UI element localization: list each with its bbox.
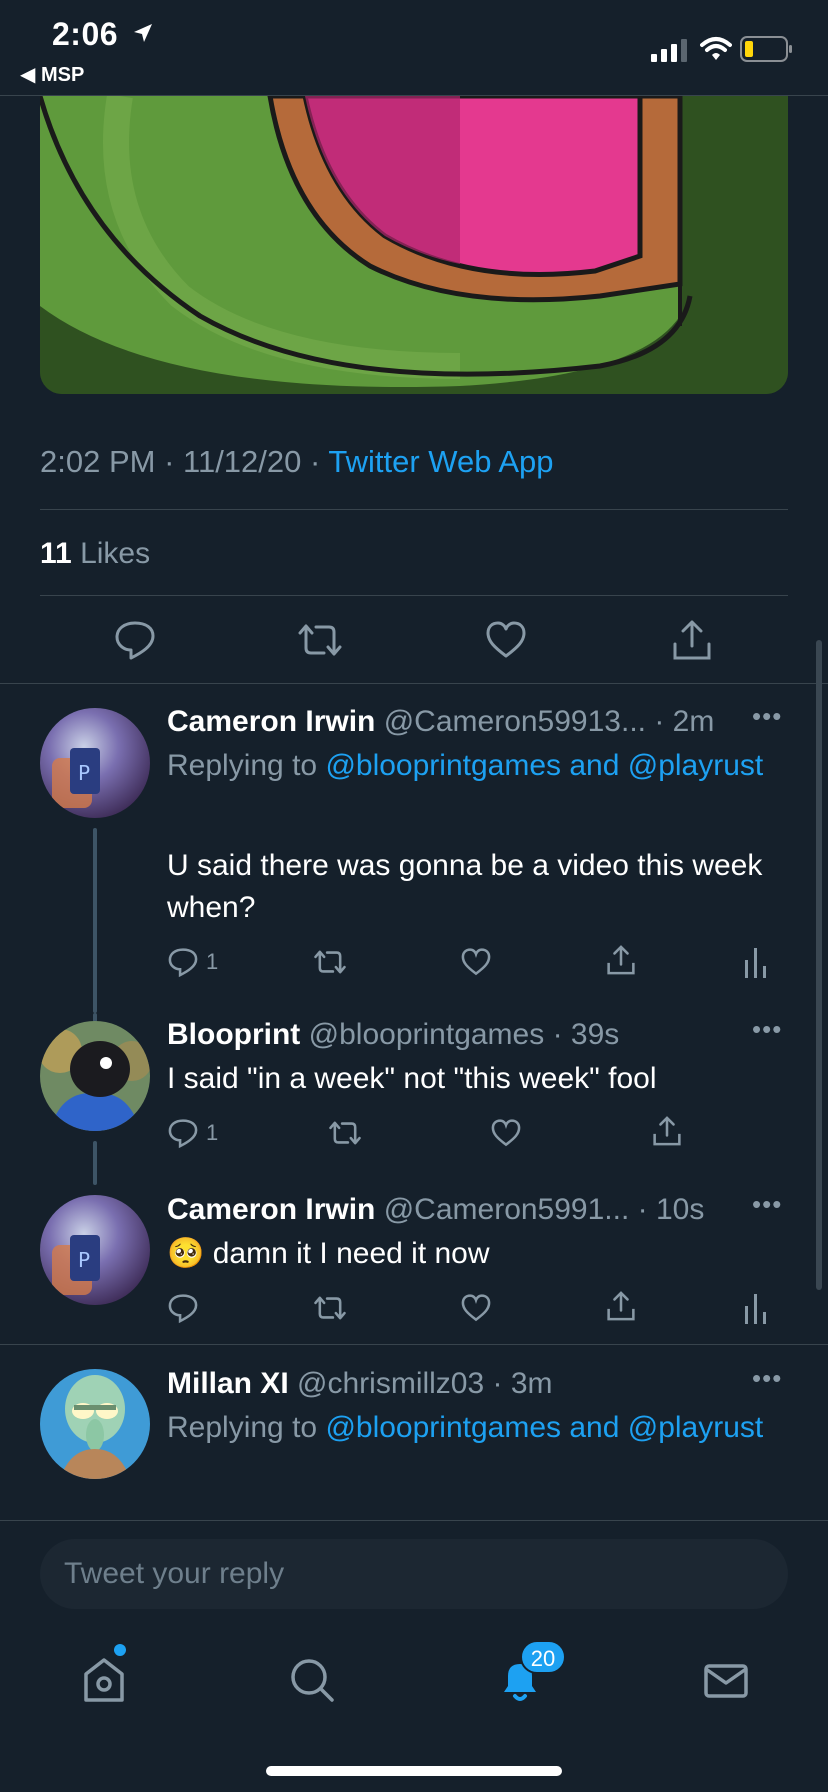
messages-envelope-icon[interactable] bbox=[696, 1650, 756, 1710]
thread-connector-line bbox=[93, 828, 97, 1013]
avatar[interactable] bbox=[40, 1369, 150, 1479]
likes-number: 11 bbox=[40, 537, 72, 570]
new-content-dot bbox=[114, 1644, 126, 1656]
tweet-age: 39s bbox=[570, 1018, 620, 1051]
author-handle[interactable]: @blooprintgames bbox=[309, 1018, 545, 1051]
retweet-icon[interactable] bbox=[312, 1292, 348, 1329]
share-icon[interactable] bbox=[651, 1115, 683, 1152]
retweet-icon[interactable] bbox=[312, 946, 348, 983]
retweet-icon[interactable] bbox=[296, 618, 344, 667]
reply-icon[interactable] bbox=[113, 618, 157, 667]
avatar[interactable]: P bbox=[40, 1195, 150, 1305]
replying-to-mentions[interactable]: @blooprintgames and @playrust bbox=[325, 749, 763, 782]
reply-tweet[interactable]: P Cameron Irwin @Cameron59913... · 2m ••… bbox=[0, 683, 828, 1013]
reply-icon[interactable] bbox=[167, 1117, 199, 1154]
reply-header: Millan XI @chrismillz03 · 3m bbox=[167, 1367, 553, 1400]
reply-tweet[interactable]: P Cameron Irwin @Cameron5991... · 10s ••… bbox=[0, 1185, 828, 1345]
reply-header: Cameron Irwin @Cameron59913... · 2m bbox=[167, 705, 715, 738]
reply-tweet[interactable]: Millan XI @chrismillz03 · 3m ••• Replyin… bbox=[0, 1345, 828, 1520]
author-name[interactable]: Blooprint bbox=[167, 1018, 300, 1051]
author-handle[interactable]: @Cameron59913... bbox=[384, 705, 646, 738]
author-name[interactable]: Cameron Irwin bbox=[167, 1193, 375, 1226]
home-icon[interactable] bbox=[74, 1650, 134, 1710]
tweet-timestamp-source: 2:02 PM · 11/12/20 · Twitter Web App bbox=[40, 444, 554, 479]
likes-label: Likes bbox=[80, 537, 151, 570]
replying-to: Replying to @blooprintgames and @playrus… bbox=[167, 743, 767, 788]
tweet-media-image[interactable] bbox=[40, 96, 788, 394]
status-time: 2:06 bbox=[52, 16, 119, 52]
replying-to-label: Replying to bbox=[167, 749, 318, 782]
avatar[interactable] bbox=[40, 1021, 150, 1131]
like-heart-icon[interactable] bbox=[484, 618, 528, 667]
author-name[interactable]: Millan XI bbox=[167, 1367, 289, 1400]
more-options-icon[interactable]: ••• bbox=[752, 701, 782, 732]
tweet-time: 2:02 PM bbox=[40, 444, 156, 479]
like-heart-icon[interactable] bbox=[490, 1117, 522, 1154]
share-icon[interactable] bbox=[605, 1290, 637, 1327]
svg-text:P: P bbox=[78, 761, 90, 785]
replying-to-label: Replying to bbox=[167, 1411, 318, 1444]
tweet-text: I said "in a week" not "this week" fool bbox=[167, 1062, 657, 1095]
home-indicator bbox=[266, 1766, 562, 1776]
tweet-text: 🥺 damn it I need it now bbox=[167, 1233, 767, 1275]
author-handle[interactable]: @Cameron5991... bbox=[384, 1193, 630, 1226]
analytics-icon[interactable] bbox=[744, 946, 768, 983]
avatar[interactable]: P bbox=[40, 708, 150, 818]
author-name[interactable]: Cameron Irwin bbox=[167, 705, 375, 738]
back-to-app-link[interactable]: ◀ MSP bbox=[20, 62, 84, 87]
tweet-source-link[interactable]: Twitter Web App bbox=[328, 444, 553, 479]
tweet-text-body: damn it I need it now bbox=[212, 1237, 490, 1270]
search-icon[interactable] bbox=[282, 1650, 342, 1710]
tweet-text: U said there was gonna be a video this w… bbox=[167, 849, 763, 924]
share-icon[interactable] bbox=[605, 944, 637, 981]
likes-count-link[interactable]: 11 Likes bbox=[40, 537, 150, 571]
notifications-badge: 20 bbox=[520, 1640, 566, 1674]
reply-composer-bar bbox=[0, 1520, 828, 1620]
reply-count: 1 bbox=[206, 949, 219, 974]
wifi-icon bbox=[700, 36, 732, 67]
reply-icon[interactable] bbox=[167, 946, 199, 983]
tweet-age: 2m bbox=[672, 705, 715, 738]
svg-text:P: P bbox=[78, 1248, 90, 1272]
pleading-face-emoji: 🥺 bbox=[167, 1237, 205, 1270]
reply-tweet[interactable]: Blooprint @blooprintgames · 39s ••• I sa… bbox=[0, 1013, 828, 1185]
location-arrow-icon bbox=[132, 22, 154, 49]
reply-count: 1 bbox=[206, 1120, 219, 1145]
tweet-age: 3m bbox=[510, 1367, 553, 1400]
more-options-icon[interactable]: ••• bbox=[752, 1014, 782, 1045]
divider bbox=[40, 595, 788, 596]
scrollbar[interactable] bbox=[816, 640, 822, 1290]
status-bar: 2:06 ◀ MSP bbox=[0, 0, 828, 96]
reply-header: Cameron Irwin @Cameron5991... · 10s bbox=[167, 1193, 705, 1226]
tweet-action-bar bbox=[0, 618, 828, 670]
replying-to-mentions[interactable]: @blooprintgames and @playrust bbox=[325, 1411, 763, 1444]
battery-icon bbox=[740, 36, 794, 67]
more-options-icon[interactable]: ••• bbox=[752, 1189, 782, 1220]
more-options-icon[interactable]: ••• bbox=[752, 1363, 782, 1394]
divider bbox=[40, 509, 788, 510]
analytics-icon[interactable] bbox=[744, 1292, 768, 1329]
tweet-date: 11/12/20 bbox=[183, 444, 302, 479]
share-icon[interactable] bbox=[670, 618, 714, 667]
replying-to: Replying to @blooprintgames and @playrus… bbox=[167, 1405, 767, 1450]
cellular-signal-icon bbox=[651, 38, 689, 67]
thread-connector-line bbox=[93, 1141, 97, 1185]
retweet-icon[interactable] bbox=[327, 1117, 363, 1154]
tweet-age: 10s bbox=[655, 1193, 705, 1226]
like-heart-icon[interactable] bbox=[460, 1292, 492, 1329]
reply-header: Blooprint @blooprintgames · 39s bbox=[167, 1018, 620, 1051]
tweet-reply-input[interactable] bbox=[40, 1539, 788, 1609]
reply-icon[interactable] bbox=[167, 1292, 199, 1329]
like-heart-icon[interactable] bbox=[460, 946, 492, 983]
author-handle[interactable]: @chrismillz03 bbox=[297, 1367, 484, 1400]
